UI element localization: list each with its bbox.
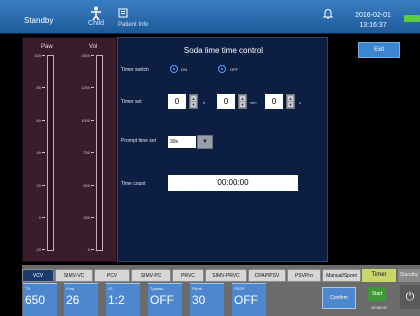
tab-vcv[interactable]: VCV: [22, 269, 54, 282]
param-tv[interactable]: TV 650: [23, 283, 57, 316]
timer-on-label: ON: [181, 67, 187, 72]
param-peep[interactable]: PEEP OFF: [232, 283, 266, 316]
tab-psvpro[interactable]: PSVPro: [287, 269, 321, 282]
param-label: Freq: [66, 286, 75, 291]
patient-info-label: Patient Info: [118, 22, 149, 28]
confirm-button[interactable]: Confirm: [322, 287, 356, 309]
param-value: OFF: [234, 293, 258, 307]
paw-tick: 60: [27, 118, 45, 123]
param-label: PEEP: [234, 286, 245, 291]
vol-tick: 0: [76, 247, 94, 252]
timer-set-label: Timer set: [121, 99, 142, 105]
alarm-bell-icon: [322, 8, 334, 19]
seconds-spinner[interactable]: ▲ ▼: [286, 94, 295, 109]
patient-type-label: Child: [88, 20, 104, 27]
battery-icon: [404, 15, 420, 22]
param-plimit[interactable]: Plimit 30: [190, 283, 224, 316]
date-time-display: 2016-02-01 13:16:37: [346, 11, 400, 31]
tab-manual-spont[interactable]: Manual/Spont: [322, 269, 361, 282]
timer-tab[interactable]: Timer: [362, 269, 396, 282]
param-value: 30: [192, 293, 206, 307]
param-value: OFF: [150, 293, 174, 307]
hours-spinner[interactable]: ▲ ▼: [189, 94, 198, 109]
param-freq[interactable]: Freq 26: [64, 283, 98, 316]
param-value: 26: [66, 293, 80, 307]
timer-off-label: OFF: [230, 67, 238, 72]
param-value: 650: [25, 293, 46, 307]
paw-tick: -20: [27, 247, 45, 252]
pressure-volume-meters: Paw Vol 100 80 60 40 20 0 -20 1500 1250 …: [22, 37, 117, 262]
minutes-spinner[interactable]: ▲ ▼: [238, 94, 247, 109]
power-icon[interactable]: ⏻: [400, 285, 420, 309]
minutes-unit: min: [250, 100, 257, 105]
seconds-input[interactable]: 0: [265, 94, 283, 109]
tab-simv-prvc[interactable]: SIMV-PRVC: [205, 269, 247, 282]
timer-on-radio[interactable]: [170, 65, 178, 73]
vol-tick: 1500: [76, 53, 94, 58]
timer-off-radio[interactable]: [218, 65, 226, 73]
standby-tab[interactable]: Standby: [398, 269, 420, 282]
patient-info-button[interactable]: Patient Info: [118, 8, 148, 28]
vol-bar: [96, 55, 103, 251]
paw-bar: [47, 55, 54, 251]
soda-lime-dialog: Soda lime time control Timer switch ON O…: [117, 37, 328, 262]
vol-tick: 1000: [76, 118, 94, 123]
date-text: 2016-02-01: [355, 12, 391, 19]
vol-tick: 1250: [76, 85, 94, 90]
timer-start-button[interactable]: Start: [368, 287, 386, 301]
time-count-display: 00:00:00: [168, 175, 298, 191]
paw-tick: 100: [27, 53, 45, 58]
ventilation-mode-status: Standby: [24, 16, 54, 25]
tab-simv-vc[interactable]: SIMV-VC: [55, 269, 93, 282]
time-count-label: Time count: [121, 181, 146, 187]
chevron-down-icon[interactable]: ▼: [197, 135, 213, 149]
tab-cpap-psv[interactable]: CPAP/PSV: [248, 269, 286, 282]
minutes-input[interactable]: 0: [217, 94, 235, 109]
paw-tick: 80: [27, 85, 45, 90]
param-value: 1:2: [108, 293, 125, 307]
vol-tick: 750: [76, 150, 94, 155]
dialog-title: Soda lime time control: [183, 46, 264, 55]
hours-input[interactable]: 0: [168, 94, 186, 109]
patient-type-button[interactable]: Child: [84, 6, 108, 27]
hours-unit: h: [203, 100, 206, 105]
param-label: I:E: [108, 286, 113, 291]
alarm-button[interactable]: [322, 8, 334, 21]
param-label: Plimit: [192, 286, 202, 291]
exit-button[interactable]: Exit: [358, 42, 400, 58]
paw-tick: 40: [27, 150, 45, 155]
child-icon: [91, 6, 101, 20]
time-text: 13:16:37: [359, 22, 387, 29]
param-label: TV: [25, 286, 31, 291]
patient-info-icon: [118, 8, 128, 18]
bottom-control-bar: VCV SIMV-VC PCV SIMV-PC PRVC SIMV-PRVC C…: [22, 265, 420, 316]
prompt-time-label: Prompt time set: [121, 138, 157, 144]
tab-pcv[interactable]: PCV: [94, 269, 130, 282]
seconds-unit: s: [299, 100, 301, 105]
vol-tick: 250: [76, 215, 94, 220]
param-tpause[interactable]: Tpause OFF: [148, 283, 182, 316]
param-ie[interactable]: I:E 1:2: [106, 283, 140, 316]
vol-title: Vol: [89, 44, 98, 50]
paw-tick: 20: [27, 183, 45, 188]
paw-title: Paw: [41, 44, 53, 50]
timer-value: 00:00:00: [371, 305, 387, 310]
vol-tick: 500: [76, 183, 94, 188]
paw-tick: 0: [27, 215, 45, 220]
top-status-bar: Standby Child Patient Info 2016-02-01 13…: [0, 0, 420, 34]
param-label: Tpause: [150, 286, 164, 291]
tab-prvc[interactable]: PRVC: [172, 269, 204, 282]
tab-simv-pc[interactable]: SIMV-PC: [131, 269, 171, 282]
timer-switch-label: Timer switch: [121, 67, 149, 73]
prompt-time-select[interactable]: 30s: [168, 136, 196, 148]
